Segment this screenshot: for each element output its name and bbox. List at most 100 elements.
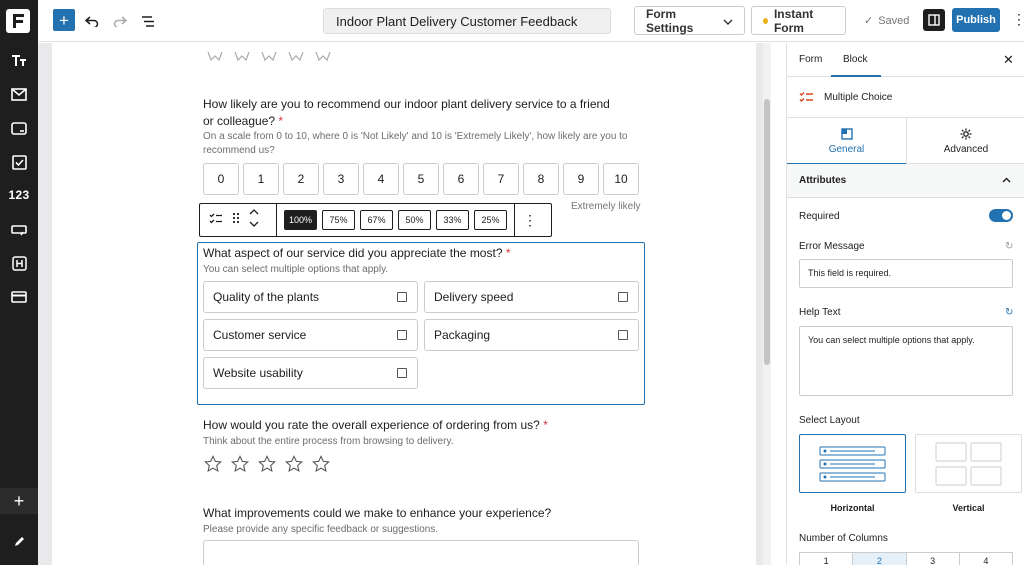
- input-block-icon[interactable]: [0, 115, 38, 141]
- block-header: Multiple Choice: [787, 77, 1024, 118]
- block-more-options-icon[interactable]: ⋮: [515, 212, 545, 229]
- checkbox-icon[interactable]: [397, 292, 407, 302]
- choice-option[interactable]: Quality of the plants: [203, 281, 418, 313]
- choice-option[interactable]: Packaging: [424, 319, 639, 351]
- add-block-icon[interactable]: +: [0, 488, 38, 514]
- star-icon[interactable]: [204, 455, 222, 473]
- number-of-columns-label: Number of Columns: [799, 533, 888, 544]
- improvements-textarea[interactable]: [203, 540, 639, 565]
- checkbox-icon[interactable]: [618, 330, 628, 340]
- choice-option-label: Delivery speed: [434, 290, 514, 304]
- question-recommend[interactable]: How likely are you to recommend our indo…: [203, 96, 623, 130]
- nps-option[interactable]: 0: [203, 163, 239, 195]
- settings-subtabs: General Advanced: [787, 118, 1024, 165]
- dropdown-block-icon[interactable]: [0, 217, 38, 243]
- choice-option-label: Website usability: [213, 366, 303, 380]
- payment-block-icon[interactable]: [0, 284, 38, 310]
- columns-option-active[interactable]: 2: [853, 553, 907, 566]
- block-toolbar: 100% 75% 67% 50% 33% 25% ⋮: [199, 203, 552, 237]
- layout-vertical-card[interactable]: [915, 434, 1022, 493]
- star-icon[interactable]: [312, 455, 330, 473]
- question-aspect-help: You can select multiple options that app…: [203, 264, 389, 275]
- choice-option[interactable]: Delivery speed: [424, 281, 639, 313]
- choice-option[interactable]: Customer service: [203, 319, 418, 351]
- undo-icon[interactable]: [82, 11, 102, 31]
- number-block-icon[interactable]: 123: [0, 182, 38, 208]
- add-block-button[interactable]: +: [53, 9, 75, 31]
- required-mark: *: [543, 418, 548, 432]
- checkbox-icon[interactable]: [397, 330, 407, 340]
- list-view-icon[interactable]: [138, 11, 158, 31]
- question-aspect[interactable]: What aspect of our service did you appre…: [203, 246, 511, 260]
- reset-icon[interactable]: ↻: [1005, 307, 1013, 318]
- email-block-icon[interactable]: [0, 81, 38, 107]
- instant-form-label: Instant Form: [773, 6, 814, 35]
- width-option-active[interactable]: 100%: [284, 210, 317, 230]
- rating-stars: [204, 455, 330, 473]
- settings-panel-toggle-icon[interactable]: [923, 9, 945, 31]
- reset-icon[interactable]: ↻: [1005, 241, 1013, 252]
- required-toggle[interactable]: [989, 209, 1013, 222]
- chevron-down-icon: [723, 14, 733, 28]
- star-icon[interactable]: [285, 455, 303, 473]
- attributes-section-header[interactable]: Attributes: [787, 164, 1024, 198]
- left-rail: 123 +: [0, 0, 38, 565]
- tab-general[interactable]: General: [787, 118, 906, 165]
- tab-form[interactable]: Form: [799, 54, 822, 65]
- publish-button[interactable]: Publish: [952, 8, 1000, 32]
- check-icon: ✓: [864, 15, 874, 27]
- nps-option[interactable]: 3: [323, 163, 359, 195]
- nps-option[interactable]: 4: [363, 163, 399, 195]
- move-up-down-icon[interactable]: [249, 208, 259, 233]
- checkbox-block-icon[interactable]: [0, 149, 38, 175]
- close-icon[interactable]: ✕: [1003, 52, 1014, 68]
- chevron-up-icon: [1002, 175, 1011, 186]
- multiple-choice-icon[interactable]: [209, 211, 223, 229]
- help-text-textarea[interactable]: You can select multiple options that app…: [799, 326, 1013, 396]
- heading-block-icon[interactable]: [0, 250, 38, 276]
- columns-option[interactable]: 3: [907, 553, 960, 566]
- redo-icon[interactable]: [110, 11, 130, 31]
- nps-option[interactable]: 6: [443, 163, 479, 195]
- more-options-icon[interactable]: ⋮: [1012, 11, 1024, 28]
- drag-handle-icon[interactable]: [232, 211, 240, 229]
- saved-label: Saved: [878, 14, 910, 27]
- error-message-label: Error Message: [799, 241, 865, 252]
- star-icon[interactable]: [258, 455, 276, 473]
- layout-horizontal-card[interactable]: [799, 434, 906, 493]
- columns-option[interactable]: 1: [800, 553, 854, 566]
- nps-option[interactable]: 9: [563, 163, 599, 195]
- tab-advanced[interactable]: Advanced: [906, 118, 1024, 164]
- instant-form-button[interactable]: Instant Form: [751, 6, 846, 35]
- rating-stars-partial: [207, 52, 331, 62]
- app-logo[interactable]: [6, 9, 30, 33]
- required-label: Required: [799, 211, 840, 222]
- tab-block[interactable]: Block: [830, 54, 883, 77]
- question-improve[interactable]: What improvements could we make to enhan…: [203, 506, 551, 520]
- nps-option[interactable]: 8: [523, 163, 559, 195]
- columns-option[interactable]: 4: [960, 553, 1012, 566]
- width-option[interactable]: 25%: [474, 210, 507, 230]
- nps-option[interactable]: 1: [243, 163, 279, 195]
- nps-option[interactable]: 2: [283, 163, 319, 195]
- choice-option[interactable]: Website usability: [203, 357, 418, 389]
- error-message-input[interactable]: This field is required.: [799, 259, 1013, 288]
- canvas-scrollbar-thumb[interactable]: [764, 99, 770, 365]
- width-option[interactable]: 50%: [398, 210, 431, 230]
- nps-option[interactable]: 10: [603, 163, 639, 195]
- checkbox-icon[interactable]: [618, 292, 628, 302]
- checkbox-icon[interactable]: [397, 368, 407, 378]
- form-title-input[interactable]: Indoor Plant Delivery Customer Feedback: [323, 8, 611, 34]
- width-option[interactable]: 75%: [322, 210, 355, 230]
- question-rate[interactable]: How would you rate the overall experienc…: [203, 418, 548, 432]
- nps-option[interactable]: 5: [403, 163, 439, 195]
- question-recommend-help: On a scale from 0 to 10, where 0 is 'Not…: [203, 131, 628, 156]
- multiple-choice-block-selected[interactable]: What aspect of our service did you appre…: [197, 242, 645, 405]
- width-option[interactable]: 67%: [360, 210, 393, 230]
- edit-pencil-icon[interactable]: [0, 529, 38, 555]
- nps-option[interactable]: 7: [483, 163, 519, 195]
- text-block-icon[interactable]: [0, 47, 38, 73]
- form-settings-button[interactable]: Form Settings: [634, 6, 745, 35]
- star-icon[interactable]: [231, 455, 249, 473]
- width-option[interactable]: 33%: [436, 210, 469, 230]
